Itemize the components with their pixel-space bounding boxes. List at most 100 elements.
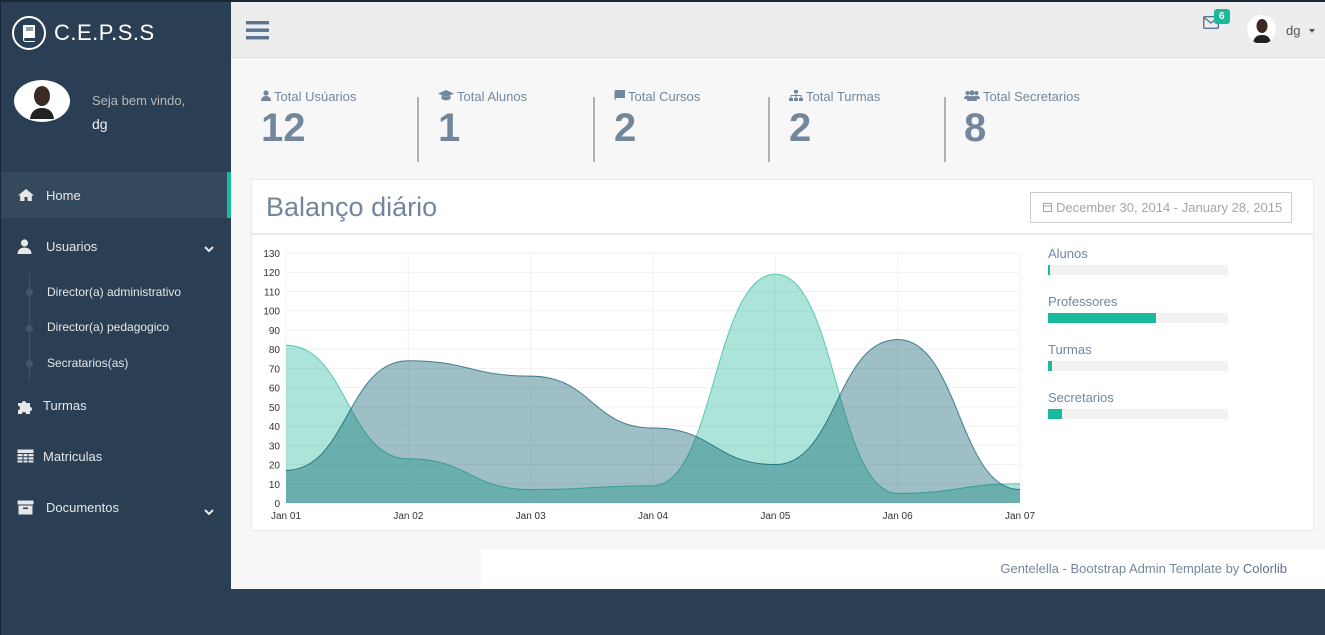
tile-divider (944, 97, 946, 162)
x-tick-label: Jan 05 (760, 511, 790, 522)
progress-fill (1048, 409, 1063, 419)
bullet-icon (26, 360, 33, 367)
tile-total-alunos: Total Alunos 1 (438, 89, 527, 163)
progress-track (1048, 313, 1228, 323)
graduation-cap-icon (438, 89, 457, 104)
sidebar-item-turmas[interactable]: Turmas (1, 381, 232, 431)
submenu-item-label: Director(a) administrativo (47, 284, 182, 299)
tile-count: 8 (964, 106, 987, 150)
progress-label: Turmas (1048, 342, 1092, 357)
x-tick-label: Jan 01 (271, 511, 301, 522)
x-tick-label: Jan 02 (393, 511, 423, 522)
y-tick-label: 70 (269, 364, 281, 375)
avatar (14, 80, 70, 122)
tile-divider (417, 97, 419, 162)
x-tick-label: Jan 04 (638, 511, 668, 522)
puzzle-icon (17, 398, 39, 414)
progress-item-secretarios: Secretarios (1048, 390, 1248, 419)
main-content: Total Usúarios 12 Total Alunos 1 Total C… (231, 58, 1325, 589)
sidebar-item-label: Matriculas (43, 448, 103, 464)
progress-fill (1048, 313, 1156, 323)
y-tick-label: 50 (269, 403, 281, 414)
brand-name: C.E.P.S.S (54, 20, 155, 45)
tile-label: Total Usúarios (274, 89, 357, 104)
progress-label: Alunos (1048, 246, 1088, 261)
footer-text: Gentelella - Bootstrap Admin Template by… (1000, 561, 1287, 576)
date-range-text: December 30, 2014 - January 28, 2015 (1056, 200, 1283, 215)
tile-total-secretarios: Total Secretarios 8 (964, 89, 1080, 163)
user-avatar[interactable] (1247, 15, 1276, 44)
tile-label: Total Alunos (457, 89, 528, 104)
sidebar-item-documentos[interactable]: Documentos (1, 482, 232, 533)
y-tick-label: 20 (269, 461, 281, 472)
tile-count: 2 (789, 106, 812, 150)
footer-credit: Gentelella - Bootstrap Admin Template by (1000, 561, 1243, 576)
tile-label: Total Secretarios (983, 89, 1080, 104)
tile-count: 1 (438, 106, 461, 150)
progress-item-turmas: Turmas (1048, 342, 1248, 371)
caret-down-icon (1309, 29, 1315, 33)
daily-balance-panel: Balanço diário December 30, 2014 - Janua… (251, 179, 1314, 531)
sidebar-item-home[interactable]: Home (1, 172, 232, 218)
top-nav: 6 dg (231, 0, 1325, 58)
progress-item-alunos: Alunos (1048, 246, 1248, 275)
menu-toggle-icon[interactable] (246, 21, 269, 45)
x-tick-label: Jan 03 (516, 511, 546, 522)
user-icon (17, 238, 39, 254)
y-tick-label: 0 (274, 499, 280, 510)
bullet-icon (26, 289, 33, 296)
footer: Gentelella - Bootstrap Admin Template by… (481, 549, 1325, 589)
y-tick-label: 60 (269, 384, 281, 395)
tile-total-cursos: Total Cursos 2 (614, 89, 700, 163)
welcome-text: Seja bem vindo, (92, 93, 186, 108)
book-icon (614, 89, 628, 104)
submenu-item-director-administrativo[interactable]: Director(a) administrativo (1, 274, 232, 310)
users-icon (964, 89, 983, 104)
y-tick-label: 120 (263, 268, 280, 279)
book-icon (12, 16, 46, 50)
sitemap-icon (789, 89, 806, 104)
y-tick-label: 90 (269, 326, 281, 337)
tile-label-row: Total Turmas (789, 89, 880, 104)
submenu-item-label: Secratarios(as) (47, 355, 129, 370)
tile-count: 2 (614, 106, 637, 150)
submenu-item-secratarios[interactable]: Secratarios(as) (1, 345, 232, 381)
profile-name: dg (92, 116, 108, 132)
progress-list: Alunos Professores Turmas Secretarios (1048, 246, 1248, 438)
table-icon (17, 449, 39, 463)
progress-track (1048, 409, 1228, 419)
tile-label-row: Total Secretarios (964, 89, 1080, 104)
tile-label-row: Total Cursos (614, 89, 700, 104)
sidebar-item-label: Usuarios (46, 238, 98, 254)
y-tick-label: 80 (269, 345, 281, 356)
sidebar-item-label: Documentos (46, 499, 119, 515)
user-menu[interactable]: dg (1286, 23, 1300, 38)
footer-link[interactable]: Colorlib (1243, 561, 1287, 576)
brand[interactable]: C.E.P.S.S (12, 16, 155, 50)
submenu-item-label: Director(a) pedagogico (47, 320, 170, 335)
home-icon (17, 188, 39, 202)
area-chart: 0 10 20 30 40 50 60 70 80 90 100 110 120 130 Jan 01 Jan… (263, 249, 1035, 522)
notification-badge: 6 (1214, 9, 1230, 24)
progress-fill (1048, 361, 1052, 371)
submenu-usuarios: Director(a) administrativo Director(a) p… (1, 274, 232, 381)
tile-label: Total Turmas (806, 89, 881, 104)
submenu-item-director-pedagogico[interactable]: Director(a) pedagogico (1, 310, 232, 346)
panel-title: Balanço diário (266, 192, 438, 222)
sidebar-item-matriculas[interactable]: Matriculas (1, 431, 232, 482)
date-range-picker[interactable]: December 30, 2014 - January 28, 2015 (1030, 192, 1292, 223)
progress-item-professores: Professores (1048, 294, 1248, 323)
x-tick-label: Jan 06 (883, 511, 913, 522)
tile-total-usuarios: Total Usúarios 12 (261, 89, 356, 163)
side-menu: Home Usuarios Director(a) administrativo… (1, 172, 232, 533)
y-tick-label: 40 (269, 422, 281, 433)
tile-total-turmas: Total Turmas 2 (789, 89, 880, 163)
progress-label: Professores (1048, 294, 1118, 309)
progress-track (1048, 361, 1228, 371)
sidebar-item-usuarios[interactable]: Usuarios (1, 218, 232, 274)
tile-divider (593, 97, 595, 162)
tile-label: Total Cursos (628, 89, 701, 104)
tile-label-row: Total Alunos (438, 89, 527, 104)
x-tick-label: Jan 07 (1005, 511, 1035, 522)
sidebar-item-label: Home (46, 187, 81, 203)
